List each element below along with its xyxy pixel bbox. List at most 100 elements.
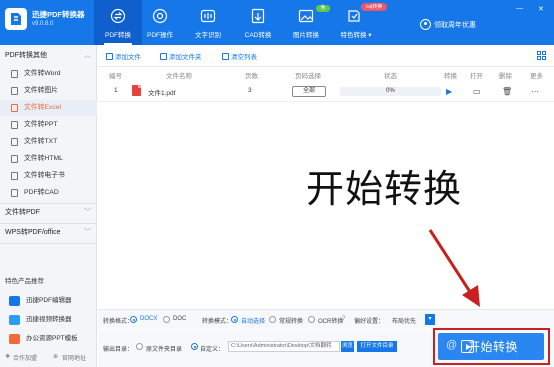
promo-label: 领取周年优惠 (434, 21, 476, 29)
add-folder-button[interactable]: 添加文件夹 (160, 51, 202, 61)
progress-bar: 0% (340, 87, 441, 96)
pdf-file-icon (132, 85, 141, 96)
file-name: 文件1.pdf (148, 90, 176, 97)
sidebar-item-label: 文件转Word (24, 70, 61, 77)
highlight-frame (433, 328, 550, 365)
sidebar-item-image[interactable]: 文件转图片 (0, 83, 97, 99)
mode-ocr[interactable]: OCR转换 (318, 316, 343, 325)
radio-custom-folder[interactable] (191, 343, 198, 350)
file-icon (11, 172, 18, 180)
radio-doc[interactable] (163, 316, 170, 323)
join-link[interactable]: 合作加盟 (13, 353, 37, 362)
chevron-up-icon: ︿ (84, 52, 91, 59)
radio-source-folder[interactable] (136, 343, 143, 350)
product-pdf-editor[interactable]: 迅捷PDF编辑器 (0, 293, 97, 309)
help-icon[interactable]: ? (342, 316, 345, 322)
free-badge: 免 (316, 5, 330, 12)
sidebar-item-word[interactable]: 文件转Word (0, 66, 97, 82)
radio-normal[interactable] (269, 316, 276, 323)
tab-label: PDF转换 (105, 32, 131, 39)
minimize-icon[interactable]: — (516, 5, 523, 12)
output-path-field[interactable]: C:\Users\Administrator\Desktop\文档翻转 (228, 341, 340, 352)
sidebar-item-cad[interactable]: PDF转CAD (0, 185, 97, 201)
play-icon[interactable]: ▶ (446, 87, 452, 96)
file-icon (11, 87, 18, 95)
trash-icon[interactable]: 🗑 (502, 87, 512, 96)
row-index: 1 (114, 87, 118, 94)
preference-value[interactable]: 布局优先 (392, 316, 416, 325)
file-icon (11, 104, 18, 112)
output-label: 输出目录： (103, 347, 134, 353)
website-link[interactable]: 官网地址 (62, 353, 86, 362)
sidebar-item-txt[interactable]: 文件转TXT (0, 134, 97, 150)
column-header: 转换 (444, 73, 457, 80)
browse-button[interactable]: 浏览 (341, 341, 354, 352)
chevron-down-icon: ﹀ (84, 229, 91, 236)
custom-folder-option[interactable]: 自定义： (200, 344, 224, 353)
radio-auto[interactable] (231, 316, 238, 323)
divider (0, 203, 97, 204)
more-icon[interactable]: ⋯ (531, 87, 539, 96)
radio-docx[interactable] (130, 316, 137, 323)
sidebar-item-ebook[interactable]: 文件转电子书 (0, 168, 97, 184)
promo-login-button[interactable]: 领取周年优惠 (420, 19, 476, 30)
preference-label: 偏好设置： (354, 319, 385, 325)
mode-label: 转换模式： (202, 319, 233, 325)
user-icon (420, 19, 431, 30)
grid-view-icon[interactable] (537, 51, 546, 60)
tab-ocr[interactable]: 文字识别 (184, 0, 232, 45)
format-doc[interactable]: DOC (173, 316, 186, 322)
sidebar-item-label: 文件转电子书 (24, 172, 65, 179)
product-label: 迅捷视频转换器 (26, 316, 72, 323)
app-header: 迅捷PDF转换器 v9.0.8.0 PDF转换 PDF操作 文字识别 CAD转换… (0, 0, 554, 45)
app-logo-icon (5, 8, 27, 30)
cad-icon (251, 8, 265, 24)
product-ppt-templates[interactable]: 办公资源PPT模板 (0, 331, 97, 347)
sidebar-item-label: 文件转PPT (24, 121, 58, 128)
tab-label: CAD转换 (244, 32, 272, 39)
product-label: 迅捷PDF编辑器 (26, 297, 72, 304)
product-video-converter[interactable]: 迅捷视频转换器 (0, 312, 97, 328)
page-select-button[interactable]: 全部 (292, 86, 326, 97)
sidebar-item-excel[interactable]: 文件转Excel (0, 100, 97, 116)
sidebar-item-ppt[interactable]: 文件转PPT (0, 117, 97, 133)
sidebar-section-file-to-pdf[interactable]: 文件转PDF ﹀ (0, 205, 97, 221)
open-folder-button[interactable]: 打开文件目录 (357, 341, 397, 352)
mode-auto[interactable]: 自动选择 (241, 316, 265, 325)
source-folder-option[interactable]: 原文件夹目录 (146, 344, 182, 353)
divider (0, 223, 97, 224)
file-icon (11, 121, 18, 129)
products-title: 特色产品推荐 (5, 278, 44, 285)
mode-normal[interactable]: 常规转换 (279, 316, 303, 325)
image-icon (298, 9, 314, 23)
radio-ocr[interactable] (308, 316, 315, 323)
sidebar-item-html[interactable]: 文件转HTML (0, 151, 97, 167)
format-docx[interactable]: DOCX (140, 316, 157, 322)
gear-icon (152, 8, 168, 24)
add-folder-icon (160, 52, 167, 60)
preference-dropdown-icon[interactable]: ▾ (425, 314, 435, 325)
folder-icon[interactable]: ▭ (473, 87, 481, 96)
handshake-icon: ❖ (5, 354, 11, 360)
tab-pdf-operate[interactable]: PDF操作 (136, 0, 184, 45)
file-toolbar: 添加文件 添加文件夹 清空列表 (98, 45, 554, 67)
clear-list-label: 清空列表 (231, 54, 257, 61)
close-icon[interactable]: ✕ (538, 5, 544, 13)
sidebar: PDF转换其他 ︿ 文件转Word 文件转图片 文件转Excel 文件转PPT … (0, 45, 97, 367)
tab-label: PDF操作 (147, 32, 173, 39)
add-file-label: 添加文件 (115, 54, 141, 61)
clear-list-button[interactable]: 清空列表 (222, 51, 257, 61)
column-header: 删除 (499, 73, 512, 80)
add-file-button[interactable]: 添加文件 (106, 51, 141, 61)
table-row[interactable]: 1 文件1.pdf 3 全部 0% ▶ ▭ 🗑 ⋯ (98, 82, 554, 102)
sidebar-section-pdf-to-other[interactable]: PDF转换其他 ︿ (0, 48, 97, 64)
tab-pdf-convert[interactable]: PDF转换 (94, 0, 142, 45)
sidebar-item-label: 文件转Excel (24, 104, 62, 111)
file-icon (11, 155, 18, 163)
sidebar-section-wps[interactable]: WPS转PDF/office ﹀ (0, 225, 97, 241)
format-label: 转换格式： (103, 319, 134, 325)
app-version: v9.0.8.0 (32, 21, 54, 27)
tab-cad[interactable]: CAD转换 (234, 0, 282, 45)
chevron-down-icon: ﹀ (84, 209, 91, 216)
ppt-template-icon (9, 334, 20, 344)
